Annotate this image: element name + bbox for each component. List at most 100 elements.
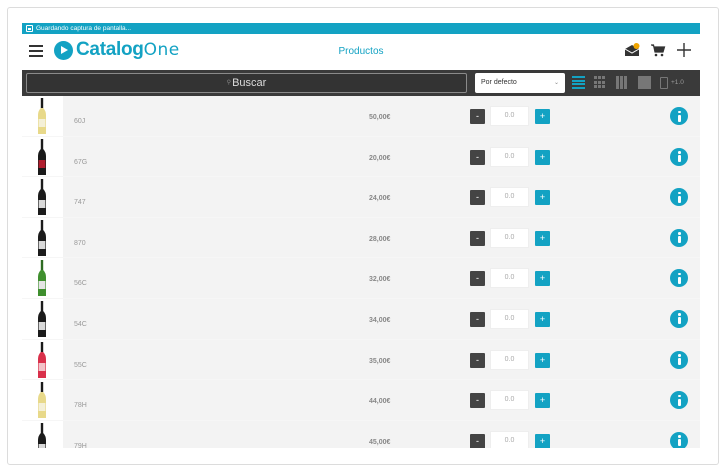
- product-row[interactable]: 79H 45,00€ - 0.0 +: [22, 420, 700, 448]
- product-thumbnail[interactable]: [22, 298, 62, 339]
- product-price: 20,00€: [369, 154, 391, 162]
- wine-bottle-icon: [38, 300, 46, 337]
- columns-view-icon[interactable]: [616, 76, 629, 89]
- product-code: 55C: [74, 361, 87, 369]
- quantity-field[interactable]: 0.0: [490, 268, 529, 289]
- product-price: 34,00€: [369, 316, 391, 324]
- decrease-button[interactable]: -: [470, 190, 485, 206]
- decrease-button[interactable]: -: [470, 271, 485, 287]
- product-thumbnail[interactable]: [22, 380, 62, 420]
- chevron-down-icon: ⌄: [553, 80, 559, 86]
- product-price: 44,00€: [369, 398, 391, 406]
- screenshot-icon: [26, 25, 33, 32]
- inbox-notification-icon[interactable]: [624, 42, 640, 58]
- quantity-field[interactable]: 0.0: [490, 146, 529, 167]
- quantity-field[interactable]: 0.0: [490, 308, 529, 329]
- decrease-button[interactable]: -: [470, 352, 485, 368]
- product-code: 56C: [74, 280, 87, 288]
- decrease-button[interactable]: -: [470, 109, 485, 124]
- search-input[interactable]: ⚲Buscar: [26, 73, 467, 93]
- quantity-field[interactable]: 0.0: [490, 106, 529, 126]
- status-bar: Guardando captura de pantalla...: [22, 23, 700, 34]
- product-price: 32,00€: [369, 276, 391, 284]
- decrease-button[interactable]: -: [470, 230, 485, 246]
- list-view-icon[interactable]: [572, 76, 585, 89]
- product-price: 45,00€: [369, 438, 391, 446]
- toolbar: ⚲Buscar Por defecto ⌄ +1.0: [22, 70, 700, 96]
- increase-button[interactable]: +: [535, 433, 550, 448]
- wine-bottle-icon: [38, 138, 46, 175]
- product-price: 28,00€: [369, 235, 391, 243]
- product-price: 35,00€: [369, 357, 391, 365]
- block-view-icon[interactable]: [638, 76, 651, 89]
- wine-bottle-icon: [38, 341, 46, 378]
- info-icon[interactable]: [670, 228, 688, 247]
- product-code: 747: [74, 199, 86, 207]
- wine-bottle-icon: [38, 422, 46, 448]
- product-code: 67G: [74, 158, 88, 166]
- product-row[interactable]: 60J 50,00€ - 0.0 +: [22, 96, 700, 137]
- info-icon[interactable]: [670, 431, 688, 448]
- product-row[interactable]: 54C 34,00€ - 0.0 +: [22, 298, 700, 340]
- page-title: Productos: [338, 46, 384, 57]
- product-thumbnail[interactable]: [22, 339, 62, 380]
- cart-icon[interactable]: [650, 42, 666, 58]
- quantity-field[interactable]: 0.0: [490, 430, 529, 448]
- increase-button[interactable]: +: [535, 311, 550, 327]
- status-text: Guardando captura de pantalla...: [36, 25, 132, 32]
- wine-bottle-icon: [38, 98, 46, 134]
- product-row[interactable]: 747 24,00€ - 0.0 +: [22, 177, 700, 218]
- quantity-field[interactable]: 0.0: [490, 187, 529, 208]
- product-thumbnail[interactable]: [22, 96, 62, 136]
- quantity-field[interactable]: 0.0: [490, 390, 529, 411]
- product-row[interactable]: 55C 35,00€ - 0.0 +: [22, 339, 700, 381]
- product-list: 60J 50,00€ - 0.0 + 67G 20,00€ - 0.0 + 74…: [22, 96, 700, 448]
- increase-button[interactable]: +: [535, 393, 550, 409]
- add-icon[interactable]: [676, 42, 692, 58]
- product-thumbnail[interactable]: [22, 177, 62, 217]
- product-row[interactable]: 78H 44,00€ - 0.0 +: [22, 380, 700, 421]
- wine-bottle-icon: [38, 260, 46, 297]
- info-icon[interactable]: [670, 309, 688, 328]
- sort-select[interactable]: Por defecto ⌄: [475, 73, 565, 93]
- product-code: 870: [74, 239, 86, 247]
- product-code: 60J: [74, 118, 86, 125]
- increase-button[interactable]: +: [535, 352, 550, 368]
- product-code: 79H: [74, 442, 87, 448]
- increase-button[interactable]: +: [535, 190, 550, 206]
- zoom-label: +1.0: [671, 79, 684, 86]
- decrease-button[interactable]: -: [470, 393, 485, 409]
- decrease-button[interactable]: -: [470, 149, 485, 165]
- wine-bottle-icon: [38, 382, 46, 419]
- product-row[interactable]: 870 28,00€ - 0.0 +: [22, 217, 700, 259]
- product-code: 54C: [74, 320, 87, 328]
- product-thumbnail[interactable]: [22, 258, 62, 298]
- decrease-button[interactable]: -: [470, 433, 485, 448]
- quantity-field[interactable]: 0.0: [490, 349, 529, 370]
- product-price: 24,00€: [369, 195, 391, 203]
- increase-button[interactable]: +: [535, 149, 550, 165]
- increase-button[interactable]: +: [535, 109, 550, 124]
- phone-view-icon[interactable]: [660, 76, 668, 89]
- info-icon[interactable]: [670, 350, 688, 369]
- info-icon[interactable]: [670, 107, 688, 125]
- product-price: 50,00€: [369, 114, 391, 121]
- product-code: 78H: [74, 402, 87, 410]
- product-row[interactable]: 67G 20,00€ - 0.0 +: [22, 136, 700, 178]
- product-row[interactable]: 56C 32,00€ - 0.0 +: [22, 258, 700, 299]
- product-thumbnail[interactable]: [22, 217, 62, 258]
- decrease-button[interactable]: -: [470, 311, 485, 327]
- increase-button[interactable]: +: [535, 230, 550, 246]
- product-thumbnail[interactable]: [22, 136, 62, 177]
- info-icon[interactable]: [670, 147, 688, 166]
- product-thumbnail[interactable]: [22, 420, 62, 448]
- wine-bottle-icon: [38, 179, 46, 216]
- search-placeholder: Buscar: [232, 77, 267, 89]
- increase-button[interactable]: +: [535, 271, 550, 287]
- grid-view-icon[interactable]: [594, 76, 607, 89]
- quantity-field[interactable]: 0.0: [490, 227, 529, 248]
- sort-selected-value: Por defecto: [481, 79, 517, 86]
- search-icon: ⚲: [226, 80, 232, 86]
- wine-bottle-icon: [38, 219, 46, 256]
- app-bar: CatalogOne Productos: [22, 34, 700, 70]
